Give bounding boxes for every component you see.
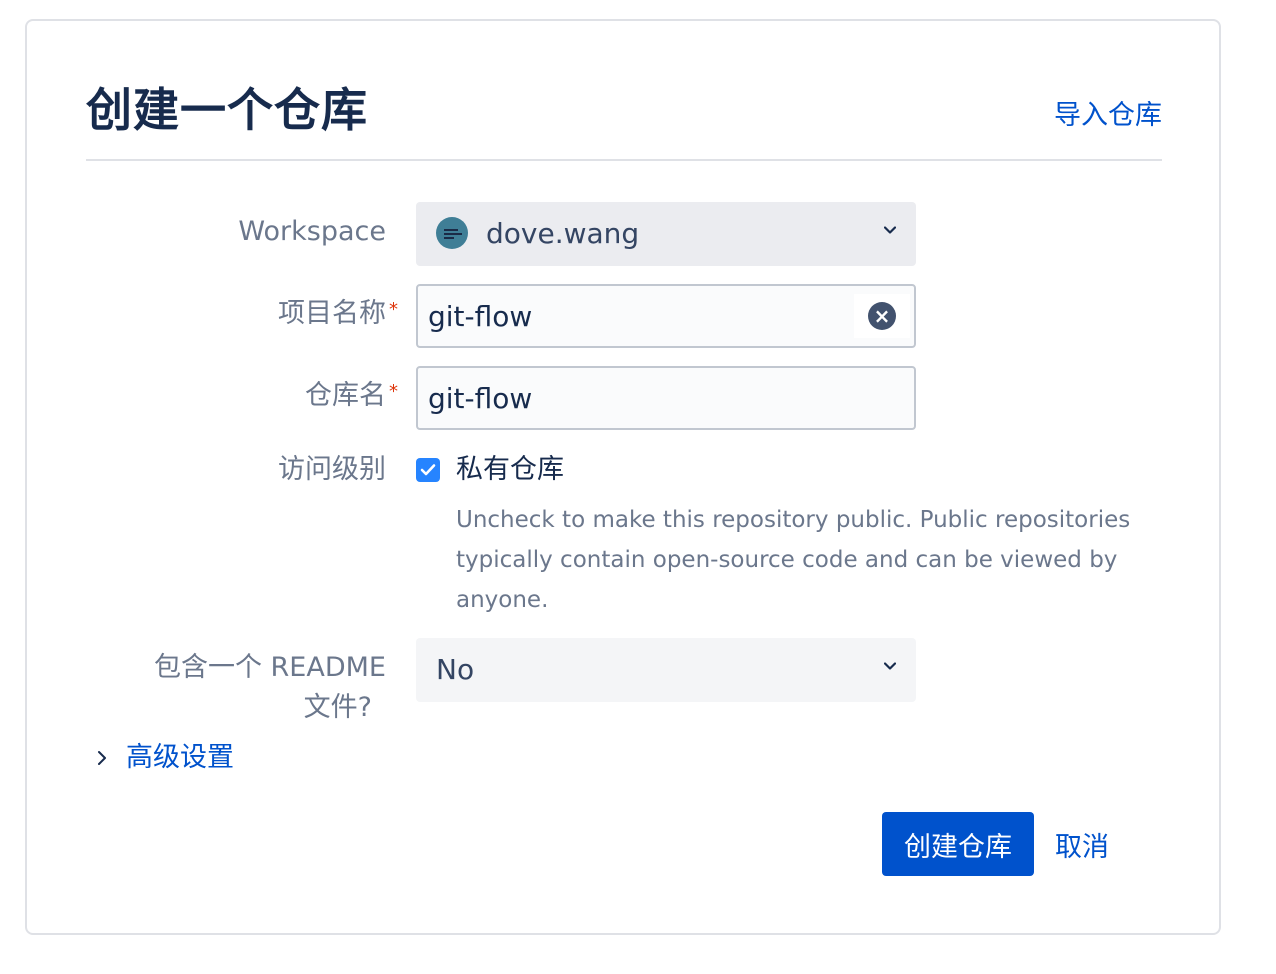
workspace-select[interactable]: dove.wang <box>416 202 916 266</box>
required-asterisk: * <box>389 299 398 320</box>
repo-name-field[interactable] <box>416 366 916 430</box>
repo-name-input[interactable] <box>428 368 848 428</box>
readme-label-line2: 文件? <box>303 692 372 723</box>
required-asterisk: * <box>389 381 398 402</box>
private-repo-label[interactable]: 私有仓库 <box>456 450 564 490</box>
chevron-right-icon <box>98 751 106 765</box>
dialog-title: 创建一个仓库 <box>86 83 368 137</box>
readme-label: 包含一个 README 文件? <box>154 648 386 728</box>
access-level-label: 访问级别 <box>278 450 386 490</box>
import-repo-link[interactable]: 导入仓库 <box>1054 98 1162 134</box>
private-repo-checkbox[interactable] <box>416 458 440 482</box>
advanced-settings-label: 高级设置 <box>126 742 234 773</box>
project-name-label-text: 项目名称 <box>278 298 386 329</box>
create-repo-dialog <box>25 19 1221 935</box>
repo-name-label-text: 仓库名 <box>305 380 386 411</box>
cancel-button[interactable]: 取消 <box>1046 812 1118 876</box>
project-name-field[interactable]: × <box>416 284 916 348</box>
chevron-down-icon <box>884 662 896 670</box>
workspace-avatar-icon <box>436 217 468 249</box>
access-level-label-text: 访问级别 <box>278 454 386 485</box>
advanced-settings-toggle[interactable]: 高级设置 <box>94 738 234 778</box>
clear-button[interactable]: × <box>854 294 910 338</box>
readme-value: No <box>436 653 475 686</box>
workspace-label: Workspace <box>238 212 386 252</box>
header-divider <box>86 159 1162 161</box>
readme-select[interactable]: No <box>416 638 916 702</box>
workspace-label-text: Workspace <box>238 216 386 247</box>
chevron-down-icon <box>884 226 896 234</box>
create-repo-button[interactable]: 创建仓库 <box>882 812 1034 876</box>
repo-name-label: 仓库名 * <box>305 376 398 416</box>
access-help-text: Uncheck to make this repository public. … <box>456 507 1131 613</box>
project-name-label: 项目名称 * <box>278 294 398 334</box>
checkmark-icon <box>420 464 436 476</box>
project-name-input[interactable] <box>428 286 848 346</box>
readme-label-line1: 包含一个 README <box>153 652 386 683</box>
workspace-value: dove.wang <box>486 217 640 250</box>
clear-icon: × <box>868 302 896 330</box>
